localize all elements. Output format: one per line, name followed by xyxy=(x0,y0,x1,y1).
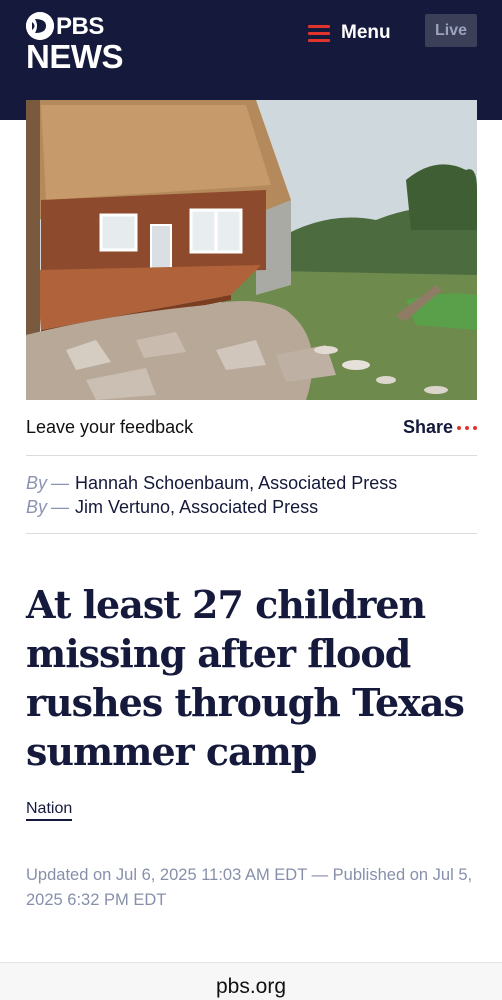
article-dates: Updated on Jul 6, 2025 11:03 AM EDT — Pu… xyxy=(26,866,473,909)
divider xyxy=(26,533,477,534)
logo-pbs-text: PBS xyxy=(56,13,104,40)
divider xyxy=(26,455,477,456)
pbs-news-logo[interactable]: PBS NEWS xyxy=(26,10,124,73)
headline-line: summer camp xyxy=(26,729,317,774)
section-tag-link[interactable]: Nation xyxy=(26,800,73,821)
article-headline: At least 27 children missing after flood… xyxy=(26,580,477,776)
pbs-head-icon xyxy=(26,12,54,40)
url-text[interactable]: pbs.org xyxy=(0,975,502,999)
more-dots-icon[interactable] xyxy=(457,426,477,430)
share-button[interactable]: Share xyxy=(403,417,453,438)
byline: By — Hannah Schoenbaum, Associated Press xyxy=(26,473,397,494)
logo-news-text: NEWS xyxy=(26,38,124,75)
article-actions: Leave your feedback Share xyxy=(26,414,477,442)
byline-author[interactable]: Jim Vertuno, Associated Press xyxy=(75,497,318,517)
live-button[interactable]: Live xyxy=(425,14,477,47)
headline-line: At least 27 children xyxy=(26,582,426,627)
byline-author[interactable]: Hannah Schoenbaum, Associated Press xyxy=(75,473,397,493)
headline-line: rushes through Texas xyxy=(26,680,465,725)
byline: By — Jim Vertuno, Associated Press xyxy=(26,497,318,518)
byline-by: By xyxy=(26,473,48,493)
byline-dash: — xyxy=(51,473,70,493)
headline-line: missing after flood xyxy=(26,631,411,676)
menu-label: Menu xyxy=(341,22,391,43)
byline-by: By xyxy=(26,497,48,517)
hamburger-icon xyxy=(308,24,330,42)
byline-dash: — xyxy=(51,497,70,517)
hero-image xyxy=(26,100,477,400)
feedback-link[interactable]: Leave your feedback xyxy=(26,417,193,438)
browser-address-bar[interactable]: pbs.org xyxy=(0,962,502,1000)
menu-button[interactable]: Menu xyxy=(308,18,391,48)
